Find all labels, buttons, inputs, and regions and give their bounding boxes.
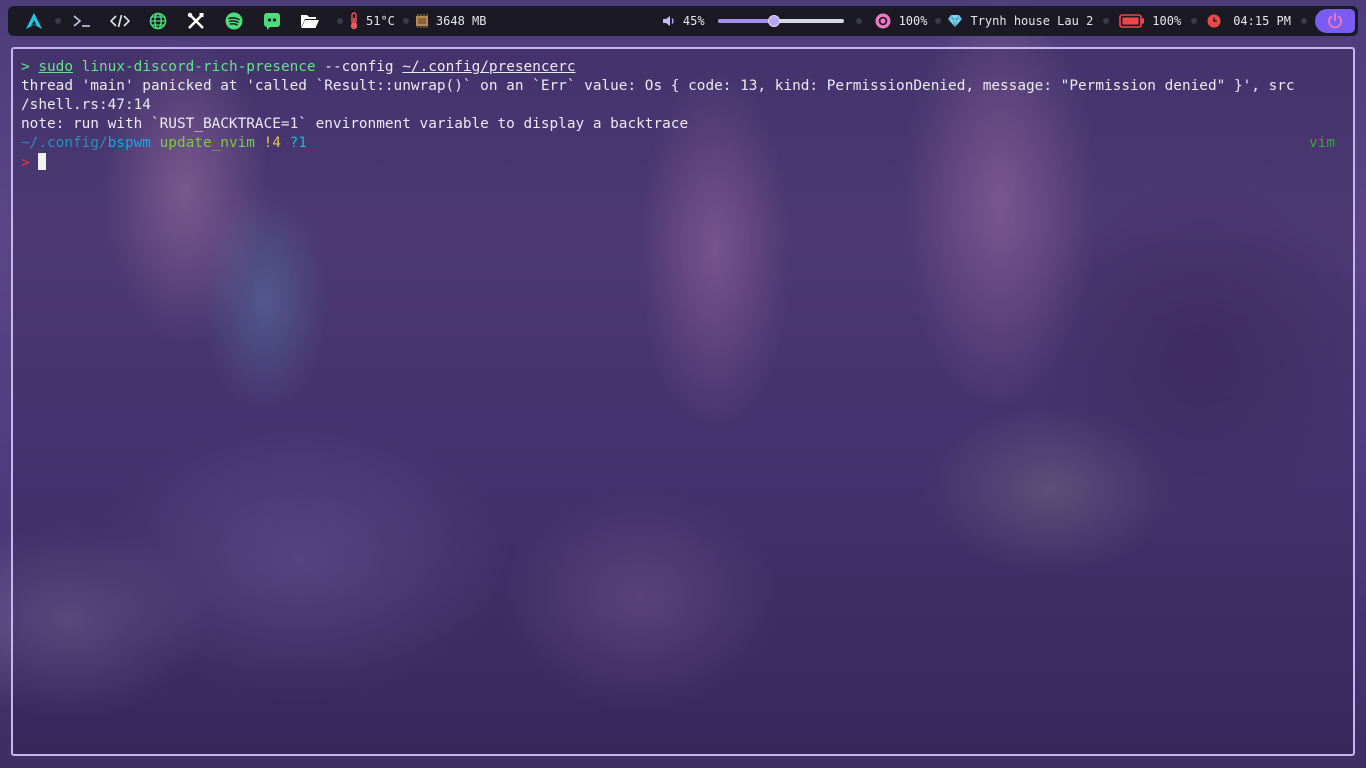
terminal-window[interactable]: > sudo linux-discord-rich-presence --con…: [11, 47, 1355, 756]
clock-icon: [1207, 14, 1221, 28]
git-branch: update_nvim: [159, 135, 255, 151]
input-prompt-symbol: >: [21, 155, 30, 171]
separator-dot: [855, 18, 862, 24]
command-name: linux-discord-rich-presence: [81, 59, 316, 75]
terminal-output-note: note: run with `RUST_BACKTRACE=1` enviro…: [21, 116, 689, 132]
clock-module[interactable]: 04:15 PM: [1207, 14, 1291, 28]
volume-module[interactable]: 45%: [662, 14, 844, 28]
separator-dot: [935, 18, 942, 24]
globe-icon: [149, 12, 167, 30]
workspace-tools[interactable]: [177, 6, 215, 36]
terminal-command-line: > sudo linux-discord-rich-presence --con…: [21, 58, 1345, 77]
workspace-browser[interactable]: [139, 6, 177, 36]
memory-chip-icon: [415, 14, 428, 28]
brightness-value: 100%: [898, 14, 928, 28]
volume-slider-knob[interactable]: [768, 15, 781, 27]
separator-dot: [1103, 18, 1110, 24]
terminal-output-location: /shell.rs:47:14: [21, 97, 151, 113]
brightness-module[interactable]: 100%: [874, 12, 928, 30]
tools-icon: [187, 12, 204, 29]
arch-logo-icon: [25, 12, 43, 30]
prompt-path-prefix: ~/.config/: [21, 135, 108, 151]
command-sudo: sudo: [38, 59, 73, 75]
command-flag: --config: [324, 59, 394, 75]
code-icon: [110, 14, 130, 28]
separator-dot: [402, 18, 409, 24]
workspace-code[interactable]: [101, 6, 139, 36]
workspace-discord[interactable]: [253, 6, 291, 36]
volume-slider-fill: [717, 19, 775, 23]
top-bar: 51°C 3648 MB 45% 100% Trynh house Lau 2 …: [8, 6, 1358, 36]
terminal-icon: [73, 15, 90, 27]
volume-slider[interactable]: [717, 15, 844, 27]
git-untracked: ?1: [289, 135, 307, 151]
clock-time: 04:15 PM: [1233, 14, 1291, 28]
workspace-files[interactable]: [291, 6, 329, 36]
battery-icon: [1119, 14, 1145, 28]
separator-dot: [55, 18, 61, 24]
temperature-module[interactable]: 51°C: [349, 12, 395, 30]
separator-dot: [337, 18, 343, 24]
workspace-spotify[interactable]: [215, 6, 253, 36]
vim-mode-indicator: vim: [1309, 135, 1335, 151]
terminal-input-line[interactable]: >: [21, 153, 1345, 172]
spotify-icon: [225, 12, 243, 30]
wifi-diamond-icon: [948, 14, 963, 28]
separator-dot: [1301, 18, 1307, 24]
battery-value: 100%: [1152, 14, 1182, 28]
temperature-value: 51°C: [366, 14, 395, 28]
workspace-arch[interactable]: [15, 6, 53, 36]
prompt-path-dir: bspwm: [107, 135, 151, 151]
text-cursor: [38, 153, 47, 170]
git-modified: !4: [263, 135, 281, 151]
wifi-module[interactable]: Trynh house Lau 2: [947, 14, 1093, 28]
power-button[interactable]: [1315, 9, 1355, 33]
workspace-list: [8, 6, 329, 36]
command-path: ~/.config/presencerc: [402, 59, 576, 75]
prompt-symbol: >: [21, 59, 30, 75]
battery-module[interactable]: 100%: [1119, 14, 1181, 28]
memory-module[interactable]: 3648 MB: [415, 14, 487, 28]
separator-dot: [1191, 18, 1198, 24]
memory-value: 3648 MB: [435, 14, 487, 28]
prompt-status-line: ~/.config/bspwm update_nvim !4 ?1 vim: [21, 134, 1345, 153]
brightness-icon: [875, 13, 891, 29]
wifi-ssid: Trynh house Lau 2: [970, 14, 1094, 28]
discord-icon: [264, 13, 280, 30]
volume-value: 45%: [682, 14, 705, 28]
folder-icon: [301, 15, 319, 28]
workspace-terminal[interactable]: [63, 6, 101, 36]
power-icon: [1328, 12, 1342, 29]
speaker-icon: [662, 16, 674, 26]
thermometer-icon: [350, 12, 358, 30]
terminal-output-panic: thread 'main' panicked at 'called `Resul…: [21, 78, 1295, 94]
